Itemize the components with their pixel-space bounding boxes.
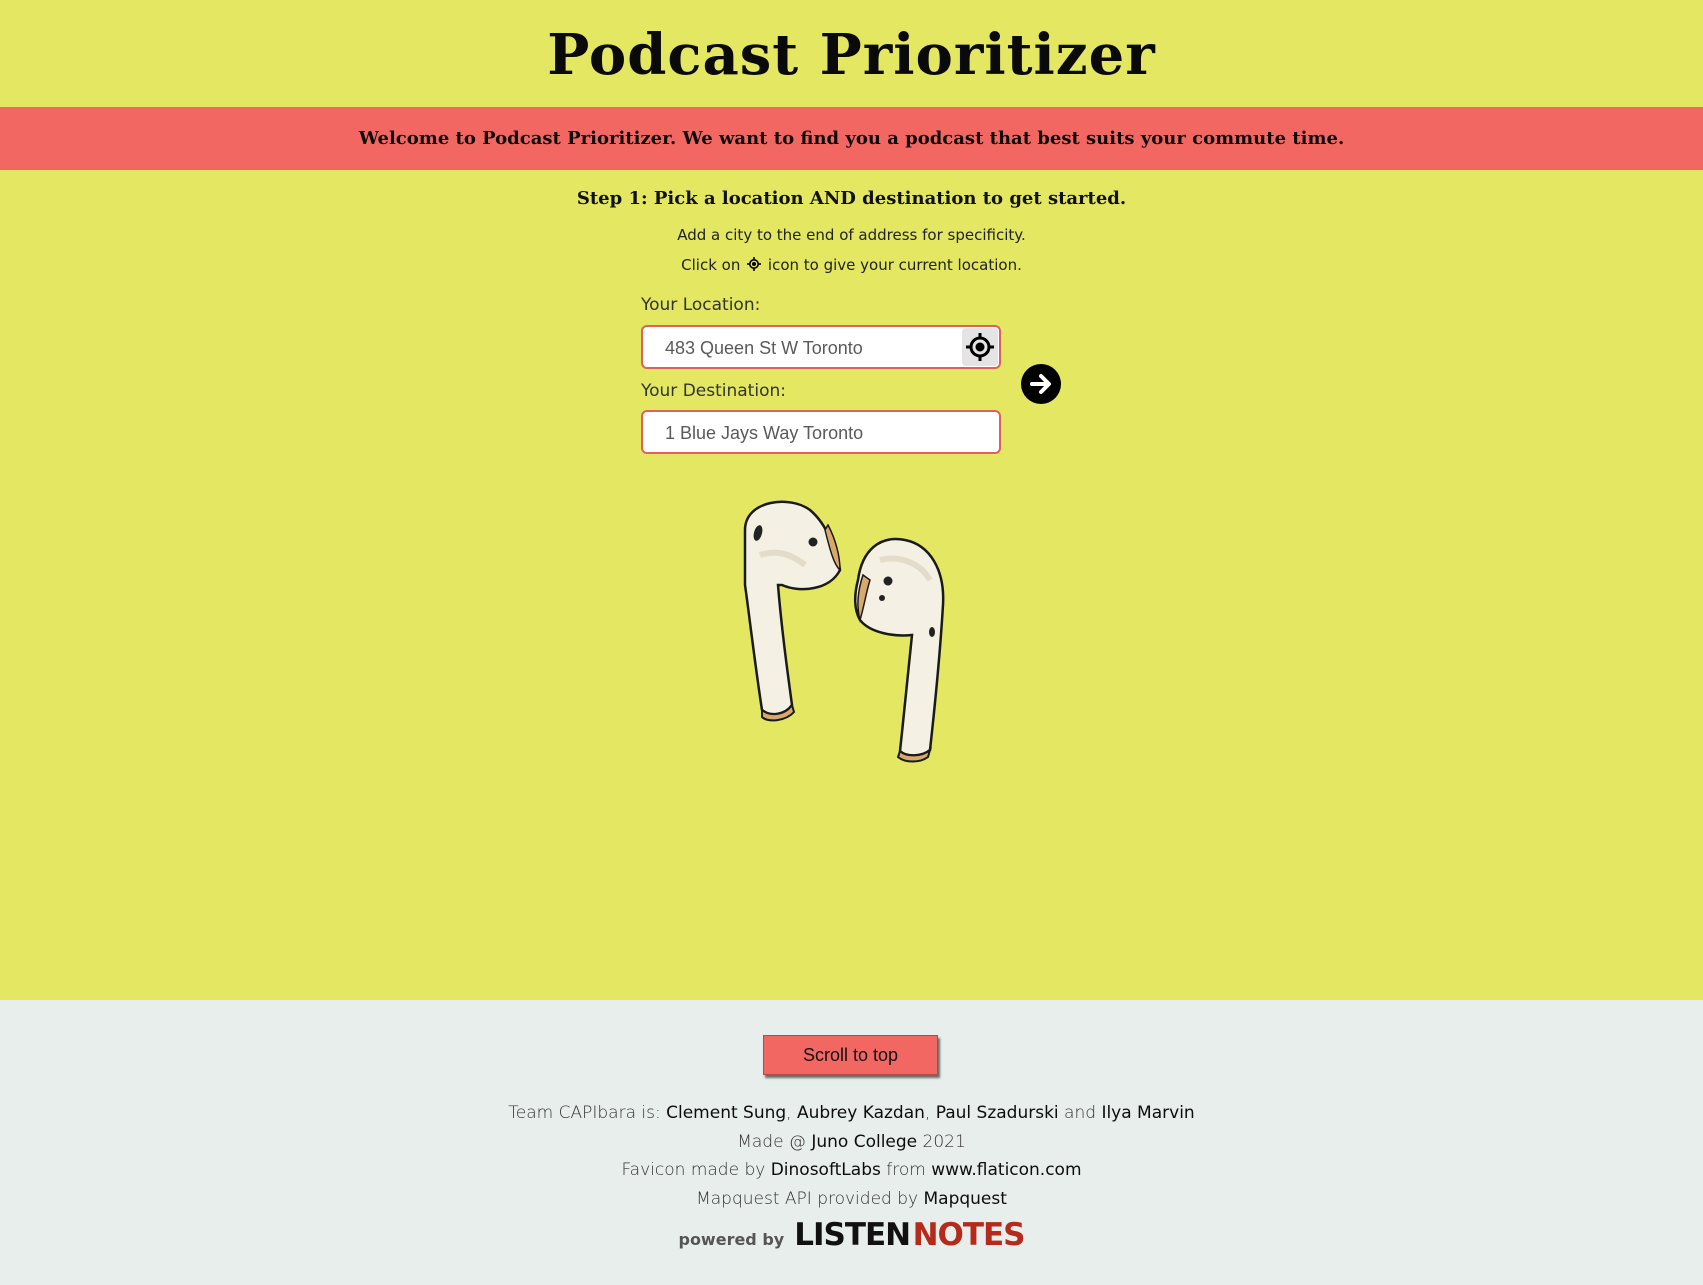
logo-listen: LISTEN [794,1217,911,1253]
favicon-prefix: Favicon made by [621,1160,766,1180]
member-link[interactable]: Paul Szadurski [936,1103,1059,1123]
step-heading: Step 1: Pick a location AND destination … [576,188,1127,209]
arrow-right-icon [1030,374,1051,394]
location-label: Your Location: [641,295,761,315]
made-credit: Made @ Juno College 2021 [0,1132,1703,1152]
favicon-credit: Favicon made by DinosoftLabs from www.fl… [0,1160,1703,1180]
welcome-banner: Welcome to Podcast Prioritizer. We want … [0,107,1703,170]
powered-by-text: powered by [678,1230,785,1249]
earbuds-illustration [743,500,945,763]
separator: , [786,1103,792,1123]
destination-input[interactable] [663,412,967,454]
logo-notes: NOTES [912,1217,1026,1253]
member-link[interactable]: Clement Sung [666,1103,786,1123]
right-earbud [854,537,945,763]
separator: and [1064,1103,1097,1123]
page-title: Podcast Prioritizer [547,22,1156,88]
hint-location: Click on icon to give your current locat… [0,256,1703,274]
made-year: 2021 [922,1132,966,1152]
favicon-author-link[interactable]: DinosoftLabs [771,1160,881,1180]
locate-button[interactable] [962,328,998,366]
hint-after: icon to give your current location. [767,256,1022,274]
destination-field [641,410,1001,454]
location-input[interactable] [663,327,967,369]
hint-city: Add a city to the end of address for spe… [677,226,1026,244]
mapquest-link[interactable]: Mapquest [923,1189,1006,1209]
submit-button[interactable] [1021,364,1061,404]
location-field [641,325,1001,369]
listen-notes-logo[interactable]: powered by LISTEN NOTES [0,1217,1703,1253]
left-earbud [743,500,842,722]
team-prefix: Team CAPIbara is: [508,1103,661,1123]
crosshair-icon [747,257,762,271]
destination-label: Your Destination: [641,381,786,401]
main-section: Podcast Prioritizer Welcome to Podcast P… [0,0,1703,1000]
made-prefix: Made @ [737,1132,806,1152]
hint-before: Click on [681,256,741,274]
footer: Scroll to top Team CAPIbara is: Clement … [0,1000,1703,1285]
team-credit: Team CAPIbara is: Clement Sung, Aubrey K… [0,1103,1703,1123]
member-link[interactable]: Aubrey Kazdan [797,1103,925,1123]
member-link[interactable]: Ilya Marvin [1101,1103,1194,1123]
separator: , [924,1103,931,1123]
mapquest-prefix: Mapquest API provided by [696,1189,919,1209]
favicon-from: from [886,1160,926,1180]
favicon-site-link[interactable]: www.flaticon.com [931,1160,1081,1180]
mapquest-credit: Mapquest API provided by Mapquest [0,1189,1703,1209]
crosshair-icon [966,333,994,361]
org-link[interactable]: Juno College [811,1132,917,1152]
welcome-text: Welcome to Podcast Prioritizer. We want … [358,128,1345,149]
scroll-to-top-button[interactable]: Scroll to top [763,1035,938,1075]
